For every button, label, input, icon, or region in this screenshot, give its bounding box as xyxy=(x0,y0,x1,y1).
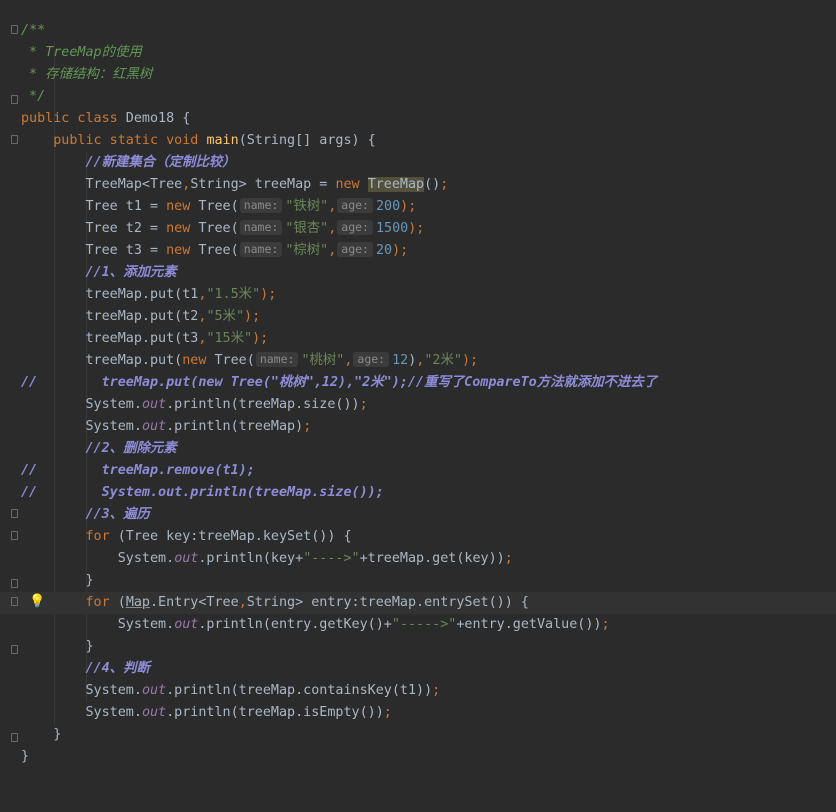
code-line-17[interactable]: // treeMap.put(new Tree("桃树",12),"2米");/… xyxy=(0,372,836,394)
code-line-15[interactable]: treeMap.put(t3,"15米"); xyxy=(0,328,836,350)
fold-end-icon[interactable] xyxy=(11,645,18,654)
param-hint-name: name: xyxy=(239,242,283,257)
param-hint-age: age: xyxy=(353,352,390,367)
code-line-23[interactable]: //3、遍历 xyxy=(0,504,836,526)
code-line-12[interactable]: //1、添加元素 xyxy=(0,262,836,284)
fold-icon[interactable] xyxy=(11,531,18,540)
fold-icon[interactable] xyxy=(11,509,18,518)
code-line-5[interactable]: public class Demo18 { xyxy=(0,108,836,130)
param-hint-age: age: xyxy=(337,242,373,257)
code-line-7[interactable]: //新建集合（定制比较） xyxy=(0,152,836,174)
code-line-6[interactable]: public static void main(String[] args) { xyxy=(0,130,836,152)
code-line-11[interactable]: Tree t3 = new Tree(name: "棕树", age: 20); xyxy=(0,240,836,262)
code-line-24[interactable]: for (Tree key:treeMap.keySet()) { xyxy=(0,526,836,548)
code-line-16[interactable]: treeMap.put(new Tree(name: "桃树", age: 12),"… xyxy=(0,350,836,372)
code-editor[interactable]: /** * TreeMap的使用 * 存储结构：红黑树 */ public cl… xyxy=(0,20,836,768)
code-line-1[interactable]: /** xyxy=(0,20,836,42)
fold-icon[interactable] xyxy=(11,25,18,34)
param-hint-age: age: xyxy=(337,198,373,213)
code-line-13[interactable]: treeMap.put(t1,"1.5米"); xyxy=(0,284,836,306)
code-line-25[interactable]: System.out.println(key+"---->"+treeMap.g… xyxy=(0,548,836,570)
param-hint-name: name: xyxy=(239,220,283,235)
code-line-8[interactable]: TreeMap<Tree,String> treeMap = new TreeM… xyxy=(0,174,836,196)
code-line-29[interactable]: } xyxy=(0,636,836,658)
code-line-28[interactable]: System.out.println(entry.getKey()+"-----… xyxy=(0,614,836,636)
code-line-4[interactable]: */ xyxy=(0,86,836,108)
param-hint-name: name: xyxy=(239,198,283,213)
code-line-14[interactable]: treeMap.put(t2,"5米"); xyxy=(0,306,836,328)
code-line-33[interactable]: } xyxy=(0,724,836,746)
code-line-30[interactable]: //4、判断 xyxy=(0,658,836,680)
code-line-2[interactable]: * TreeMap的使用 xyxy=(0,42,836,64)
code-line-27-current[interactable]: 💡 for (Map.Entry<Tree,String> entry:tree… xyxy=(0,592,836,614)
code-line-34[interactable]: } xyxy=(0,746,836,768)
param-hint-name: name: xyxy=(255,352,299,367)
fold-end-icon[interactable] xyxy=(11,579,18,588)
code-line-26[interactable]: } xyxy=(0,570,836,592)
code-line-19[interactable]: System.out.println(treeMap); xyxy=(0,416,836,438)
code-line-31[interactable]: System.out.println(treeMap.containsKey(t… xyxy=(0,680,836,702)
code-line-10[interactable]: Tree t2 = new Tree(name: "银杏", age: 1500); xyxy=(0,218,836,240)
code-line-20[interactable]: //2、删除元素 xyxy=(0,438,836,460)
fold-icon[interactable] xyxy=(11,597,18,606)
fold-end-icon[interactable] xyxy=(11,95,18,104)
code-line-21[interactable]: // treeMap.remove(t1); xyxy=(0,460,836,482)
fold-end-icon[interactable] xyxy=(11,733,18,742)
code-line-18[interactable]: System.out.println(treeMap.size()); xyxy=(0,394,836,416)
code-line-22[interactable]: // System.out.println(treeMap.size()); xyxy=(0,482,836,504)
code-line-3[interactable]: * 存储结构：红黑树 xyxy=(0,64,836,86)
code-line-32[interactable]: System.out.println(treeMap.isEmpty()); xyxy=(0,702,836,724)
param-hint-age: age: xyxy=(337,220,373,235)
code-line-9[interactable]: Tree t1 = new Tree(name: "铁树", age: 200); xyxy=(0,196,836,218)
fold-icon[interactable] xyxy=(11,135,18,144)
